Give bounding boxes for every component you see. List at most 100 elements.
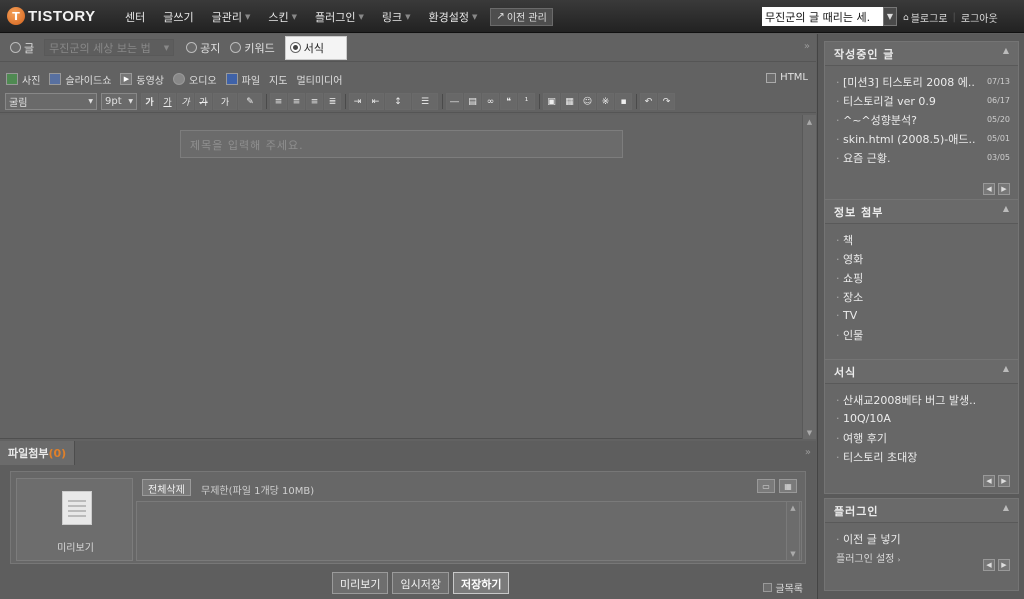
highlight-icon[interactable]: ✎ (238, 93, 262, 110)
blog-link[interactable]: 블로그로 (911, 10, 948, 25)
collapse-up-icon[interactable]: ▲ (1003, 46, 1010, 55)
prev-icon[interactable]: ◀ (983, 559, 995, 571)
align-justify-icon[interactable]: ≣ (324, 93, 341, 110)
media-video[interactable]: ▶ 동영상 (120, 72, 164, 87)
scroll-down-icon[interactable]: ▼ (803, 426, 816, 439)
logout-link[interactable]: 로그아웃 (961, 10, 998, 25)
special-char-icon[interactable]: ※ (597, 93, 614, 110)
prev-icon[interactable]: ◀ (983, 183, 995, 195)
italic-button[interactable]: 가 (177, 93, 194, 110)
plugin-panel-header[interactable]: 플러그인 ▲ (825, 499, 1018, 523)
media-map[interactable]: 지도 (269, 72, 287, 87)
list-item[interactable]: 여행 후기 (836, 428, 1010, 447)
attachment-tab[interactable]: 파일첨부(0) (0, 441, 76, 465)
list-item[interactable]: skin.html (2008.5)-애드.. 05/01 (836, 129, 1010, 148)
post-type-notice[interactable]: 공지 (186, 40, 220, 56)
save-button[interactable]: 저장하기 (452, 572, 510, 594)
file-list-scrollbar[interactable]: ▲ ▼ (786, 501, 800, 561)
underline-button[interactable]: 가 (159, 93, 176, 110)
emoticon-icon[interactable]: ☺ (579, 93, 596, 110)
list-item[interactable]: 책 (836, 230, 1010, 249)
scroll-up-icon[interactable]: ▲ (787, 502, 799, 514)
media-photo[interactable]: 사진 (6, 72, 40, 87)
post-type-post[interactable]: 글 (10, 40, 34, 56)
list-item[interactable]: 요즘 근황. 03/05 (836, 148, 1010, 167)
nav-posts[interactable]: 글관리 ▼ (203, 0, 260, 33)
align-right-icon[interactable]: ≡ (306, 93, 323, 110)
list-item[interactable]: ^~^성향분석? 05/20 (836, 110, 1010, 129)
blog-select[interactable]: 무진군의 글 때리는 세. (762, 7, 883, 26)
align-center-icon[interactable]: ≡ (288, 93, 305, 110)
footnote-icon[interactable]: ¹ (518, 93, 535, 110)
redo-icon[interactable]: ↷ (658, 93, 675, 110)
nav-plugin[interactable]: 플러그인 ▼ (306, 0, 373, 33)
draft-button[interactable]: 임시저장 (392, 572, 449, 594)
outdent-icon[interactable]: ⇤ (367, 93, 384, 110)
bold-button[interactable]: 가 (141, 93, 158, 110)
media-audio[interactable]: 오디오 (173, 72, 217, 87)
link-icon[interactable]: ∞ (482, 93, 499, 110)
category-select[interactable]: 무진군의 세상 보는 법 ▼ (44, 39, 175, 56)
strike-button[interactable]: 가 (195, 93, 212, 110)
indent-icon[interactable]: ⇥ (349, 93, 366, 110)
info-panel-header[interactable]: 정보 첨부 ▲ (825, 200, 1018, 224)
more-icon[interactable]: ▤ (464, 93, 481, 110)
collapse-up-icon[interactable]: ▲ (1003, 204, 1010, 213)
align-left-icon[interactable]: ≡ (270, 93, 287, 110)
next-icon[interactable]: ▶ (998, 475, 1010, 487)
nav-write[interactable]: 글쓰기 (154, 0, 202, 33)
list-item[interactable]: 10Q/10A (836, 409, 1010, 428)
font-select[interactable]: 굴림 ▼ (5, 93, 97, 110)
media-multimedia[interactable]: 멀티미디어 (296, 72, 342, 87)
post-list-link[interactable]: 글목록 (763, 580, 803, 595)
list-item[interactable]: 티스토리 초대장 (836, 447, 1010, 466)
drafts-panel-header[interactable]: 작성중인 글 ▲ (825, 42, 1018, 66)
list-item[interactable]: 산새교2008베타 버그 발생.. (836, 390, 1010, 409)
tistory-logo[interactable]: T TISTORY (7, 7, 96, 25)
collapse-up-icon[interactable]: ▲ (1003, 364, 1010, 373)
delete-all-button[interactable]: 전체삭제 (142, 479, 191, 496)
list-item[interactable]: 장소 (836, 287, 1010, 306)
legacy-admin-button[interactable]: ↗ 이전 관리 (490, 7, 553, 26)
list-item[interactable]: 인물 (836, 325, 1010, 344)
media-file[interactable]: 파일 (225, 72, 260, 87)
list-icon[interactable]: ☰ (412, 93, 438, 110)
nav-center[interactable]: 센터 (116, 0, 154, 33)
html-toggle[interactable]: HTML (766, 72, 808, 83)
collapse-icon[interactable]: » (805, 447, 811, 458)
size-select[interactable]: 9pt ▼ (101, 93, 137, 110)
next-icon[interactable]: ▶ (998, 559, 1010, 571)
nav-settings[interactable]: 환경설정 ▼ (420, 0, 487, 33)
nav-link[interactable]: 링크 ▼ (373, 0, 420, 33)
editor-body[interactable]: 제목을 입력해 주세요. ▲ ▼ (0, 115, 816, 439)
template-panel-header[interactable]: 서식 ▲ (825, 360, 1018, 384)
post-type-template[interactable]: 서식 (284, 35, 347, 60)
post-type-keyword[interactable]: 키워드 (230, 40, 275, 56)
list-item[interactable]: 티스토리걸 ver 0.9 06/17 (836, 91, 1010, 110)
save-icon[interactable]: ▪ (615, 93, 632, 110)
media-slideshow[interactable]: 슬라이드쇼 (49, 72, 111, 87)
hr-icon[interactable]: ― (446, 93, 463, 110)
undo-icon[interactable]: ↶ (640, 93, 657, 110)
quote-icon[interactable]: ❝ (500, 93, 517, 110)
list-item[interactable]: [미션3] 티스토리 2008 에.. 07/13 (836, 72, 1010, 91)
chevron-down-icon[interactable]: ▼ (883, 7, 897, 26)
list-item[interactable]: 영화 (836, 249, 1010, 268)
file-list[interactable] (136, 501, 802, 561)
font-color-button[interactable]: 가 (213, 93, 237, 110)
line-height-icon[interactable]: ↕ (385, 93, 411, 110)
collapse-up-icon[interactable]: ▲ (1003, 503, 1010, 512)
text-box-icon[interactable]: ▣ (543, 93, 560, 110)
scroll-up-icon[interactable]: ▲ (803, 115, 816, 128)
prev-icon[interactable]: ◀ (983, 475, 995, 487)
list-item[interactable]: 쇼핑 (836, 268, 1010, 287)
grid-view-icon[interactable]: ▦ (779, 479, 797, 493)
list-item[interactable]: TV (836, 306, 1010, 325)
scroll-down-icon[interactable]: ▼ (787, 548, 799, 560)
next-icon[interactable]: ▶ (998, 183, 1010, 195)
list-item[interactable]: 이전 글 넣기 (836, 529, 1010, 548)
list-view-icon[interactable]: ▭ (757, 479, 775, 493)
title-input[interactable]: 제목을 입력해 주세요. (180, 130, 623, 158)
editor-scrollbar[interactable]: ▲ ▼ (802, 115, 816, 439)
preview-button[interactable]: 미리보기 (332, 572, 389, 594)
